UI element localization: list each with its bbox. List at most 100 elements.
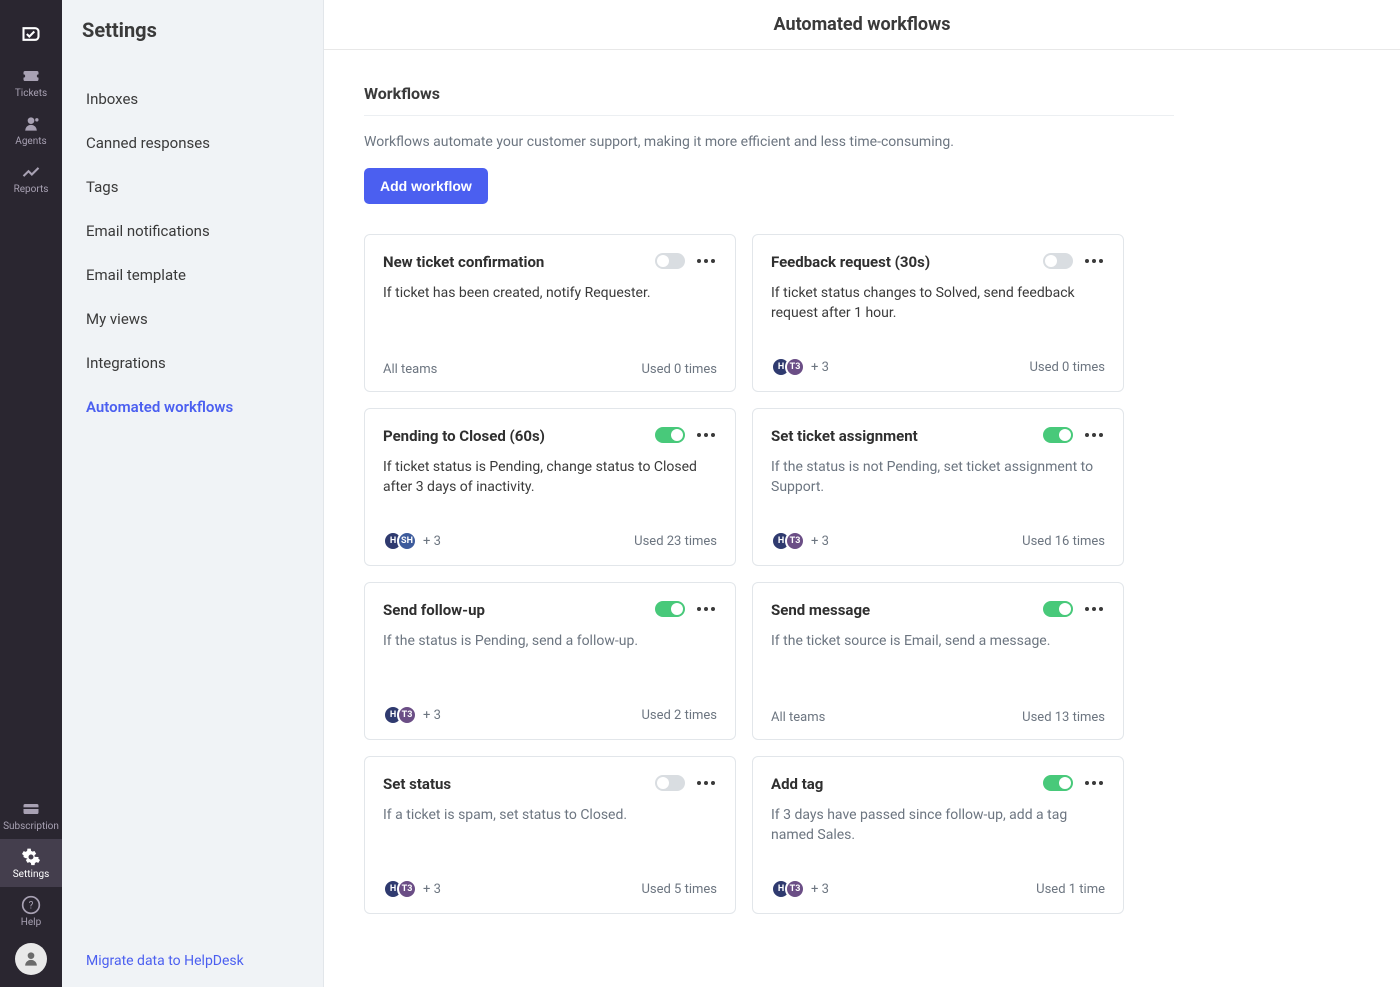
- workflow-title: Set ticket assignment: [771, 427, 1035, 445]
- section-title: Workflows: [364, 84, 1174, 116]
- rail-label: Subscription: [3, 821, 59, 832]
- workflow-toggle[interactable]: [655, 775, 685, 791]
- workflow-toggle[interactable]: [1043, 253, 1073, 269]
- workflow-usage: Used 0 times: [641, 362, 717, 377]
- workflow-description: If ticket has been created, notify Reque…: [383, 283, 717, 348]
- workflow-card[interactable]: Add tag If 3 days have passed since follo…: [752, 756, 1124, 914]
- workflow-title: Pending to Closed (60s): [383, 427, 647, 445]
- workflow-toggle[interactable]: [655, 601, 685, 617]
- sidebar-item-email-notifications[interactable]: Email notifications: [62, 212, 323, 250]
- icon-rail: Tickets Agents Reports Subscription Sett…: [0, 0, 62, 987]
- rail-item-settings[interactable]: Settings: [0, 839, 62, 887]
- workflow-toggle[interactable]: [1043, 601, 1073, 617]
- sidebar-item-canned-responses[interactable]: Canned responses: [62, 124, 323, 162]
- more-options-icon[interactable]: [1083, 605, 1105, 613]
- sidebar-item-my-views[interactable]: My views: [62, 300, 323, 338]
- add-workflow-button[interactable]: Add workflow: [364, 168, 488, 204]
- sidebar-item-email-template[interactable]: Email template: [62, 256, 323, 294]
- team-more: + 3: [811, 882, 829, 897]
- workflow-description: If a ticket is spam, set status to Close…: [383, 805, 717, 865]
- workflow-usage: Used 2 times: [641, 708, 717, 723]
- rail-item-agents[interactable]: Agents: [0, 106, 62, 154]
- team-more: + 3: [423, 882, 441, 897]
- main: Automated workflows Workflows Workflows …: [324, 0, 1400, 987]
- sidebar-item-inboxes[interactable]: Inboxes: [62, 80, 323, 118]
- team-more: + 3: [423, 534, 441, 549]
- workflow-card[interactable]: New ticket confirmation If ticket has bee…: [364, 234, 736, 392]
- team-chip: T3: [785, 531, 805, 551]
- workflow-description: If 3 days have passed since follow-up, a…: [771, 805, 1105, 865]
- more-options-icon[interactable]: [695, 431, 717, 439]
- workflow-card[interactable]: Feedback request (30s) If ticket status c…: [752, 234, 1124, 392]
- workflow-card[interactable]: Set ticket assignment If the status is no…: [752, 408, 1124, 566]
- rail-label: Agents: [15, 136, 46, 147]
- workflow-description: If the status is Pending, send a follow-…: [383, 631, 717, 691]
- workflow-teams: All teams: [771, 710, 825, 725]
- team-chip: T3: [397, 705, 417, 725]
- sidebar-item-tags[interactable]: Tags: [62, 168, 323, 206]
- app-logo[interactable]: [0, 10, 62, 58]
- workflow-usage: Used 23 times: [634, 534, 717, 549]
- svg-text:?: ?: [29, 900, 34, 911]
- workflow-description: If the status is not Pending, set ticket…: [771, 457, 1105, 517]
- workflow-grid: New ticket confirmation If ticket has bee…: [364, 234, 1174, 914]
- page-title: Automated workflows: [324, 0, 1400, 50]
- workflow-usage: Used 16 times: [1022, 534, 1105, 549]
- workflow-toggle[interactable]: [1043, 775, 1073, 791]
- sidebar-title: Settings: [62, 0, 323, 56]
- workflow-title: Send follow-up: [383, 601, 647, 619]
- team-chip: T3: [785, 357, 805, 377]
- workflow-card[interactable]: Set status If a ticket is spam, set statu…: [364, 756, 736, 914]
- more-options-icon[interactable]: [695, 605, 717, 613]
- team-chip: T3: [397, 879, 417, 899]
- team-more: + 3: [811, 360, 829, 375]
- sidebar-item-integrations[interactable]: Integrations: [62, 344, 323, 382]
- workflow-card[interactable]: Send message If the ticket source is Emai…: [752, 582, 1124, 740]
- workflow-teams: HT3+ 3: [383, 879, 441, 899]
- workflow-title: Add tag: [771, 775, 1035, 793]
- more-options-icon[interactable]: [695, 779, 717, 787]
- rail-label: Help: [21, 917, 41, 928]
- workflow-toggle[interactable]: [655, 427, 685, 443]
- workflow-usage: Used 5 times: [641, 882, 717, 897]
- workflow-usage: Used 13 times: [1022, 710, 1105, 725]
- rail-label: Tickets: [15, 88, 47, 99]
- workflow-title: New ticket confirmation: [383, 253, 647, 271]
- rail-item-help[interactable]: ? Help: [0, 887, 62, 935]
- workflow-toggle[interactable]: [1043, 427, 1073, 443]
- rail-label: Reports: [14, 184, 49, 195]
- workflow-description: If ticket status changes to Solved, send…: [771, 283, 1105, 343]
- migrate-link[interactable]: Migrate data to HelpDesk: [86, 953, 244, 969]
- workflow-teams: HT3+ 3: [771, 357, 829, 377]
- team-more: + 3: [811, 534, 829, 549]
- settings-sidebar: Settings Inboxes Canned responses Tags Emai…: [62, 0, 324, 987]
- section-description: Workflows automate your customer support…: [364, 116, 1360, 150]
- workflow-teams: HT3+ 3: [771, 531, 829, 551]
- workflow-teams: All teams: [383, 362, 437, 377]
- workflow-title: Feedback request (30s): [771, 253, 1035, 271]
- workflow-teams: HT3+ 3: [771, 879, 829, 899]
- more-options-icon[interactable]: [695, 257, 717, 265]
- rail-item-subscription[interactable]: Subscription: [0, 791, 62, 839]
- user-avatar[interactable]: [15, 943, 47, 975]
- workflow-usage: Used 0 times: [1029, 360, 1105, 375]
- team-more: + 3: [423, 708, 441, 723]
- workflow-card[interactable]: Send follow-up If the status is Pending, …: [364, 582, 736, 740]
- workflow-title: Set status: [383, 775, 647, 793]
- workflow-toggle[interactable]: [655, 253, 685, 269]
- workflow-title: Send message: [771, 601, 1035, 619]
- workflow-teams: HSH+ 3: [383, 531, 441, 551]
- sidebar-item-automated-workflows[interactable]: Automated workflows: [62, 388, 323, 426]
- team-chip: T3: [785, 879, 805, 899]
- more-options-icon[interactable]: [1083, 257, 1105, 265]
- workflow-card[interactable]: Pending to Closed (60s) If ticket status …: [364, 408, 736, 566]
- workflow-description: If ticket status is Pending, change stat…: [383, 457, 717, 517]
- more-options-icon[interactable]: [1083, 779, 1105, 787]
- more-options-icon[interactable]: [1083, 431, 1105, 439]
- rail-item-tickets[interactable]: Tickets: [0, 58, 62, 106]
- workflow-description: If the ticket source is Email, send a me…: [771, 631, 1105, 696]
- workflow-teams: HT3+ 3: [383, 705, 441, 725]
- team-chip: SH: [397, 531, 417, 551]
- rail-item-reports[interactable]: Reports: [0, 154, 62, 202]
- workflow-usage: Used 1 time: [1036, 882, 1105, 897]
